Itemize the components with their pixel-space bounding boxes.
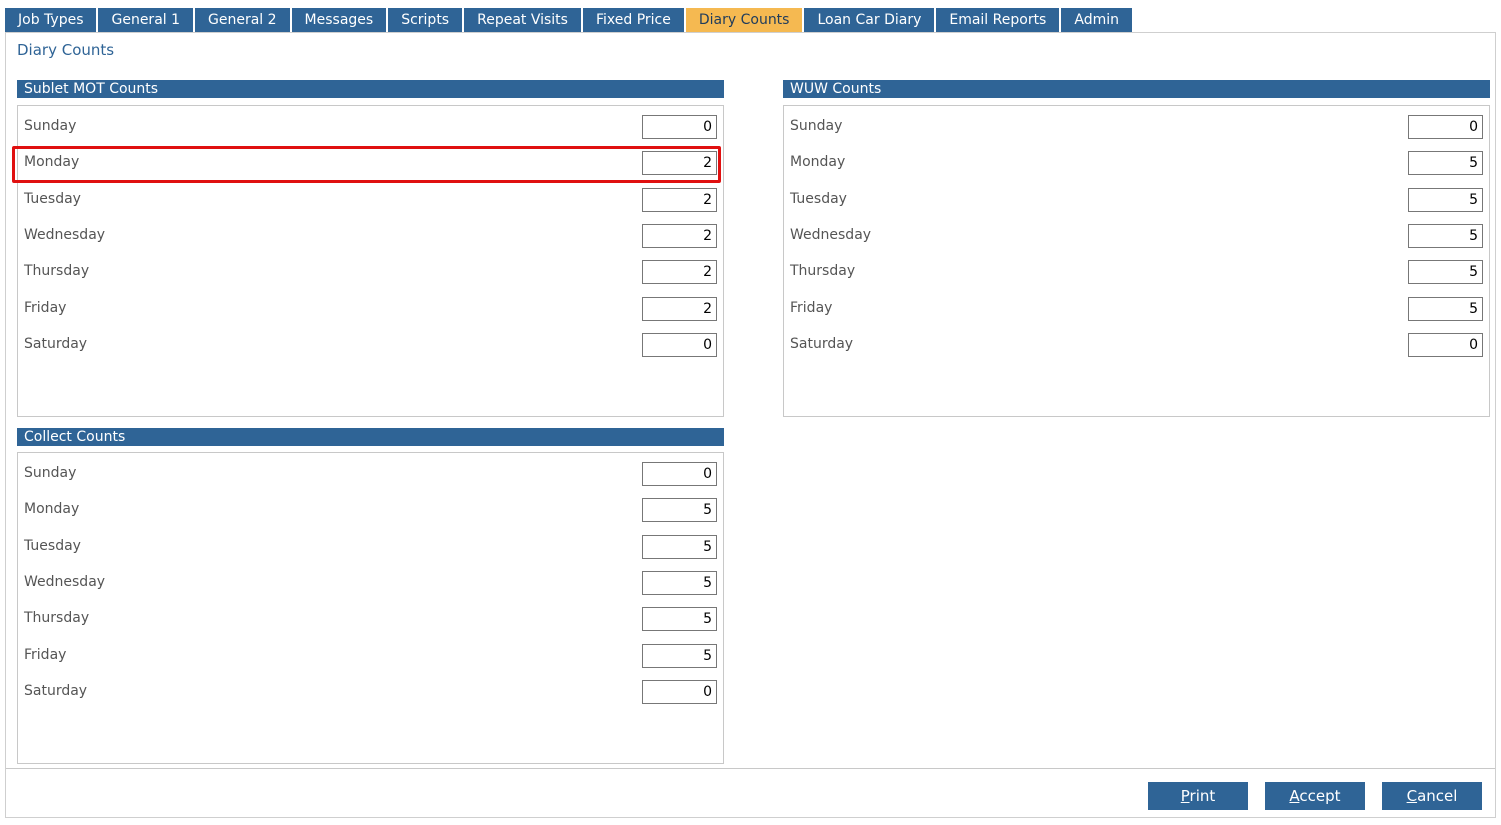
- tab-general-2[interactable]: General 2: [195, 8, 290, 32]
- sublet-mot-row-monday: Monday: [18, 151, 723, 176]
- wuw-thursday-input[interactable]: [1408, 260, 1483, 285]
- footer-divider: [6, 768, 1495, 769]
- wuw-row-monday: Monday: [784, 151, 1489, 176]
- collect-label-monday: Monday: [24, 501, 80, 518]
- collect-label-wednesday: Wednesday: [24, 573, 106, 590]
- sublet-mot-row-sunday: Sunday: [18, 115, 723, 139]
- wuw-label-friday: Friday: [790, 299, 833, 316]
- cancel-button[interactable]: Cancel: [1382, 782, 1482, 810]
- sublet-mot-saturday-input[interactable]: [642, 332, 717, 357]
- wuw-label-wednesday: Wednesday: [790, 226, 872, 243]
- collect-row-thursday: Thursday: [18, 607, 723, 632]
- collect-tuesday-input[interactable]: [642, 534, 717, 559]
- collect-saturday-input[interactable]: [642, 679, 717, 704]
- tab-fixed-price[interactable]: Fixed Price: [582, 8, 684, 32]
- sublet-mot-wednesday-input[interactable]: [642, 223, 717, 248]
- wuw-tuesday-input[interactable]: [1408, 187, 1483, 212]
- sublet-mot-group: Sunday Monday Tuesday Wednesday Thursday Frid…: [17, 105, 724, 417]
- wuw-header: WUW Counts: [783, 80, 1490, 98]
- wuw-label-saturday: Saturday: [790, 335, 854, 352]
- wuw-row-tuesday: Tuesday: [784, 187, 1489, 212]
- sublet-mot-tuesday-input[interactable]: [642, 187, 717, 212]
- collect-label-sunday: Sunday: [24, 465, 77, 481]
- wuw-wednesday-input[interactable]: [1408, 223, 1483, 248]
- tab-loan-car-diary[interactable]: Loan Car Diary: [804, 8, 935, 32]
- wuw-sunday-input[interactable]: [1408, 115, 1483, 139]
- wuw-row-wednesday: Wednesday: [784, 223, 1489, 248]
- sublet-mot-row-thursday: Thursday: [18, 260, 723, 285]
- sublet-mot-label-wednesday: Wednesday: [24, 226, 106, 243]
- tab-messages[interactable]: Messages: [291, 8, 387, 32]
- wuw-friday-input[interactable]: [1408, 296, 1483, 321]
- wuw-saturday-input[interactable]: [1408, 332, 1483, 357]
- page-title: Diary Counts: [17, 41, 115, 59]
- tab-diary-counts[interactable]: Diary Counts: [685, 8, 803, 32]
- wuw-label-monday: Monday: [790, 154, 846, 171]
- collect-row-tuesday: Tuesday: [18, 534, 723, 559]
- collect-thursday-input[interactable]: [642, 607, 717, 632]
- sublet-mot-sunday-input[interactable]: [642, 115, 717, 139]
- collect-row-monday: Monday: [18, 498, 723, 523]
- collect-header: Collect Counts: [17, 428, 724, 446]
- wuw-label-sunday: Sunday: [790, 118, 843, 134]
- tab-bar: Job Types General 1 General 2 Messages S…: [5, 8, 1134, 32]
- sublet-mot-label-saturday: Saturday: [24, 335, 88, 352]
- wuw-row-sunday: Sunday: [784, 115, 1489, 139]
- sublet-mot-monday-input[interactable]: [642, 151, 717, 176]
- sublet-mot-row-saturday: Saturday: [18, 332, 723, 357]
- wuw-label-tuesday: Tuesday: [790, 190, 847, 207]
- sublet-mot-header: Sublet MOT Counts: [17, 80, 724, 98]
- sublet-mot-label-thursday: Thursday: [24, 263, 90, 280]
- sublet-mot-row-friday: Friday: [18, 296, 723, 321]
- collect-row-wednesday: Wednesday: [18, 570, 723, 595]
- wuw-row-thursday: Thursday: [784, 260, 1489, 285]
- collect-monday-input[interactable]: [642, 498, 717, 523]
- wuw-group: Sunday Monday Tuesday Wednesday Thursday Frid…: [783, 105, 1490, 417]
- tab-scripts[interactable]: Scripts: [388, 8, 463, 32]
- collect-label-saturday: Saturday: [24, 682, 88, 699]
- sublet-mot-label-friday: Friday: [24, 299, 67, 316]
- sublet-mot-row-tuesday: Tuesday: [18, 187, 723, 212]
- collect-row-sunday: Sunday: [18, 462, 723, 486]
- tab-job-types[interactable]: Job Types: [5, 8, 97, 32]
- collect-label-friday: Friday: [24, 646, 67, 663]
- collect-row-saturday: Saturday: [18, 679, 723, 704]
- sublet-mot-thursday-input[interactable]: [642, 260, 717, 285]
- collect-sunday-input[interactable]: [642, 462, 717, 486]
- sublet-mot-label-monday: Monday: [24, 154, 80, 171]
- wuw-row-friday: Friday: [784, 296, 1489, 321]
- collect-label-thursday: Thursday: [24, 610, 90, 627]
- collect-wednesday-input[interactable]: [642, 570, 717, 595]
- sublet-mot-friday-input[interactable]: [642, 296, 717, 321]
- collect-label-tuesday: Tuesday: [24, 537, 81, 554]
- content-panel: Diary Counts Sublet MOT Counts Sunday Mon…: [5, 32, 1496, 818]
- print-button[interactable]: Print: [1148, 782, 1248, 810]
- tab-admin[interactable]: Admin: [1061, 8, 1132, 32]
- collect-group: Sunday Monday Tuesday Wednesday Thursday Frid…: [17, 452, 724, 764]
- tab-general-1[interactable]: General 1: [98, 8, 194, 32]
- tab-email-reports[interactable]: Email Reports: [936, 8, 1060, 32]
- tab-repeat-visits[interactable]: Repeat Visits: [464, 8, 581, 32]
- accept-button[interactable]: Accept: [1265, 782, 1365, 810]
- wuw-label-thursday: Thursday: [790, 263, 856, 280]
- wuw-row-saturday: Saturday: [784, 332, 1489, 357]
- sublet-mot-row-wednesday: Wednesday: [18, 223, 723, 248]
- sublet-mot-label-tuesday: Tuesday: [24, 190, 81, 207]
- wuw-monday-input[interactable]: [1408, 151, 1483, 176]
- collect-row-friday: Friday: [18, 643, 723, 668]
- collect-friday-input[interactable]: [642, 643, 717, 668]
- sublet-mot-label-sunday: Sunday: [24, 118, 77, 134]
